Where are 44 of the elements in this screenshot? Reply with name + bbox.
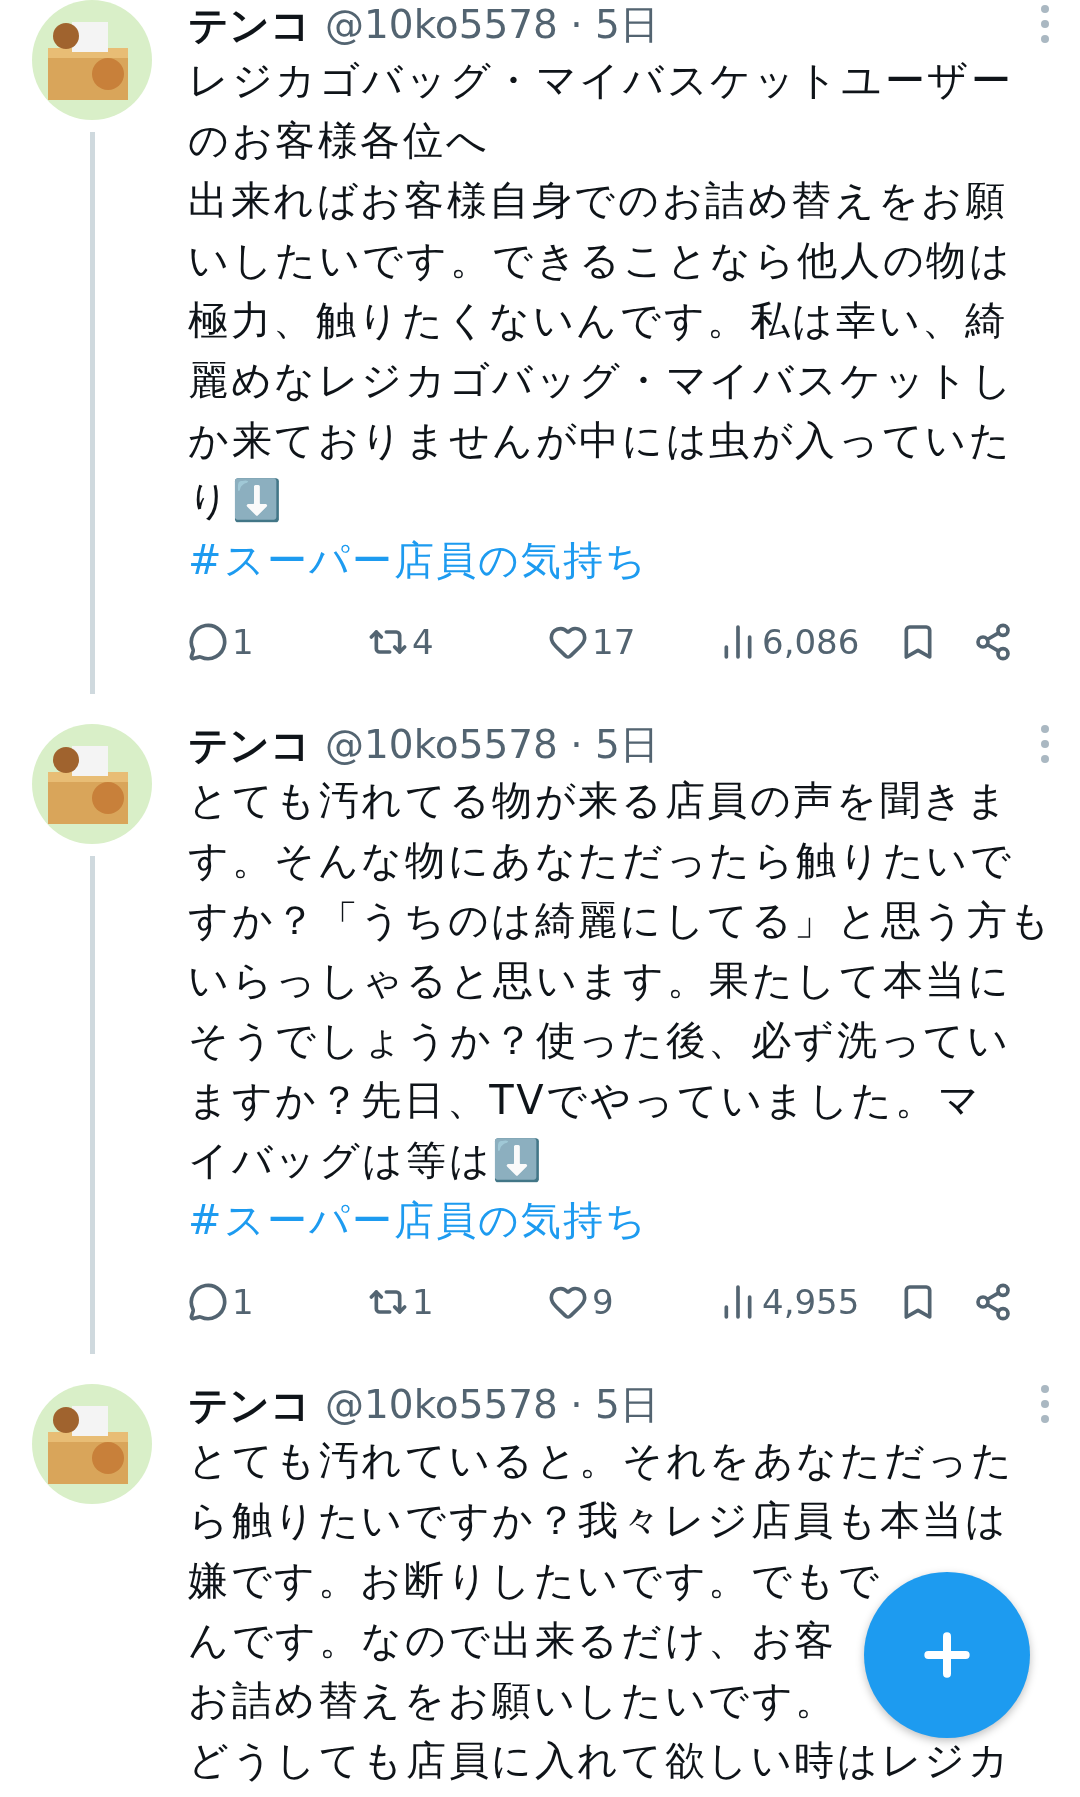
handle-and-time: @10ko5578 · 5日 <box>325 1 659 49</box>
tweet-text-line: いしたいです。できることなら他人の物は <box>188 236 1013 285</box>
like-button[interactable]: 17 <box>548 622 636 662</box>
reply-icon <box>188 622 228 662</box>
avatar[interactable] <box>32 0 152 120</box>
views-button[interactable]: 6,086 <box>718 622 860 662</box>
retweet-button[interactable]: 1 <box>368 1282 434 1322</box>
tweet-text-line: お詰め替えをお願いしたいです。 <box>188 1676 838 1725</box>
tweet-text-line: とても汚れていると。それをあなただった <box>188 1436 1015 1485</box>
tweet-text-line: 出来ればお客様自身でのお詰め替えをお願 <box>188 176 1008 225</box>
share-button[interactable] <box>973 622 1013 662</box>
avatar[interactable] <box>32 1384 152 1504</box>
tweet-text-line: ますか？先日、TVでやっていました。マ <box>188 1076 982 1125</box>
tweet-text-line: か来ておりませんが中には虫が入っていた <box>188 416 1013 465</box>
like-button[interactable]: 9 <box>548 1282 614 1322</box>
tweet-text-line: のお客様各位へ <box>188 116 490 165</box>
tweet-text-line: イバッグは等は⬇ <box>188 1136 545 1185</box>
handle-and-time: @10ko5578 · 5日 <box>325 1381 659 1429</box>
tweet-text-line: とても汚れてる物が来る店員の声を聞きま <box>188 776 1010 825</box>
tweet-text-line: いらっしゃると思います。果たして本当に <box>188 956 1012 1005</box>
reply-button[interactable]: 1 <box>188 1282 254 1322</box>
tweet-text-line: 麗めなレジカゴバッグ・マイバスケットし <box>188 356 1015 405</box>
tweet-text-line: ら触りたいですか？我々レジ店員も本当は <box>188 1496 1009 1545</box>
tweet-text-line: 嫌です。お断りしたいです。でもで <box>188 1556 882 1605</box>
tweet-text-line: んです。なので出来るだけ、お客 <box>188 1616 837 1665</box>
author-name: テンコ <box>188 1380 311 1430</box>
views-button[interactable]: 4,955 <box>718 1282 860 1322</box>
tweet-text-line: す。そんな物にあなただったら触りたいで <box>188 836 1014 885</box>
avatar[interactable] <box>32 724 152 844</box>
author-name: テンコ <box>188 0 311 50</box>
reply-button[interactable]: 1 <box>188 622 254 662</box>
retweet-button[interactable]: 4 <box>368 622 434 662</box>
reply-icon <box>188 1282 228 1322</box>
tweet-text-line: り⬇ <box>188 476 285 525</box>
author-name: テンコ <box>188 720 311 770</box>
share-icon <box>973 622 1013 662</box>
handle-and-time: @10ko5578 · 5日 <box>325 721 659 769</box>
tweet-text-line: レジカゴバッグ・マイバスケットユーザー <box>188 56 1014 105</box>
tweet-text-line: どうしても店員に入れて欲しい時はレジカ <box>188 1736 1012 1785</box>
tweet-text-line: 極力、触りたくないんです。私は幸い、綺 <box>188 296 1008 345</box>
share-button[interactable] <box>973 1282 1013 1322</box>
tweet-text-line: そうでしょうか？使った後、必ず洗ってい <box>188 1016 1011 1065</box>
tweet-text-line: すか？「うちのは綺麗にしてる」と思う方も <box>188 896 1053 945</box>
share-icon <box>973 1282 1013 1322</box>
